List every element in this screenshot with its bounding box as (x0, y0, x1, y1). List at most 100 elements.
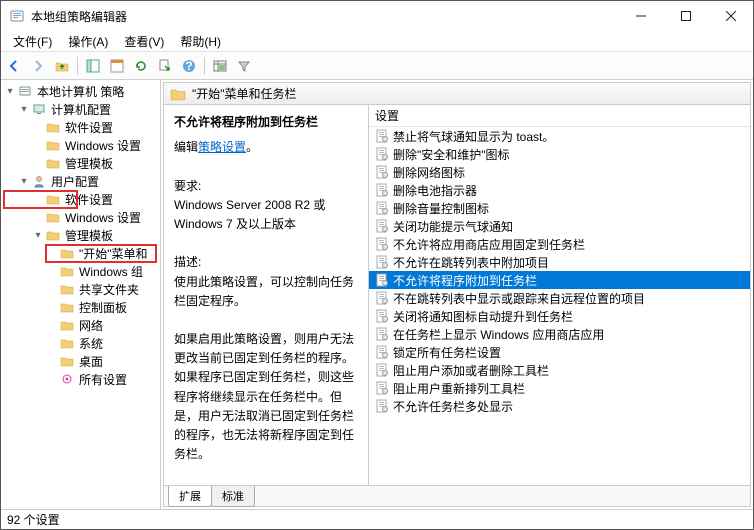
setting-label: 禁止将气球通知显示为 toast。 (393, 128, 554, 145)
setting-item[interactable]: 删除音量控制图标 (369, 199, 750, 217)
tree-network[interactable]: 网络 (3, 316, 158, 334)
setting-item[interactable]: 删除网络图标 (369, 163, 750, 181)
tree-user[interactable]: ▾用户配置 (3, 172, 158, 190)
setting-item[interactable]: 不允许将应用商店应用固定到任务栏 (369, 235, 750, 253)
policy-icon (375, 291, 389, 305)
setting-item[interactable]: 在任务栏上显示 Windows 应用商店应用 (369, 325, 750, 343)
refresh-button[interactable] (130, 55, 152, 77)
expand-icon[interactable]: ▾ (17, 104, 31, 115)
tree-item-icon (59, 263, 75, 279)
setting-label: 不允许将应用商店应用固定到任务栏 (393, 236, 585, 253)
edit-prefix: 编辑 (174, 140, 198, 154)
back-button[interactable] (3, 55, 25, 77)
tree-wincomp[interactable]: Windows 组 (3, 262, 158, 280)
tree-item-label: 管理模板 (65, 155, 113, 172)
tree-panel[interactable]: ▾本地计算机 策略▾计算机配置软件设置Windows 设置管理模板▾用户配置软件… (1, 80, 161, 509)
setting-item[interactable]: 删除"安全和维护"图标 (369, 145, 750, 163)
policy-icon (375, 219, 389, 233)
expand-icon[interactable]: ▾ (3, 86, 17, 97)
setting-item[interactable]: 阻止用户添加或者删除工具栏 (369, 361, 750, 379)
toolbar: ? (1, 52, 753, 80)
tree-root[interactable]: ▾本地计算机 策略 (3, 82, 158, 100)
policy-icon (375, 237, 389, 251)
tree-user-adm[interactable]: ▾管理模板 (3, 226, 158, 244)
tree-item-icon (59, 371, 75, 387)
tree-all-settings[interactable]: 所有设置 (3, 370, 158, 388)
tree-comp-adm[interactable]: 管理模板 (3, 154, 158, 172)
show-hide-button[interactable] (82, 55, 104, 77)
tree-item-label: 网络 (79, 317, 103, 334)
setting-label: 锁定所有任务栏设置 (393, 344, 501, 361)
close-button[interactable] (708, 1, 753, 31)
expand-icon[interactable]: ▾ (17, 176, 31, 187)
tree-system[interactable]: 系统 (3, 334, 158, 352)
policy-icon (375, 345, 389, 359)
tree-user-win[interactable]: Windows 设置 (3, 208, 158, 226)
tree-shared[interactable]: 共享文件夹 (3, 280, 158, 298)
setting-label: 关闭功能提示气球通知 (393, 218, 513, 235)
forward-button[interactable] (27, 55, 49, 77)
tree-item-icon (45, 119, 61, 135)
settings-list[interactable]: 禁止将气球通知显示为 toast。删除"安全和维护"图标删除网络图标删除电池指示… (369, 127, 750, 485)
menu-action[interactable]: 操作(A) (60, 31, 116, 52)
tree-comp-sw[interactable]: 软件设置 (3, 118, 158, 136)
setting-label: 关闭将通知图标自动提升到任务栏 (393, 308, 573, 325)
tree-item-icon (45, 209, 61, 225)
tree-item-icon (59, 245, 75, 261)
filter-button[interactable] (233, 55, 255, 77)
policy-icon (375, 381, 389, 395)
tree-user-sw[interactable]: 软件设置 (3, 190, 158, 208)
setting-label: 不允许将程序附加到任务栏 (393, 272, 537, 289)
expand-icon[interactable]: ▾ (31, 230, 45, 241)
setting-item[interactable]: 删除电池指示器 (369, 181, 750, 199)
content-title: "开始"菜单和任务栏 (192, 85, 297, 102)
properties-button[interactable] (106, 55, 128, 77)
policy-icon (375, 183, 389, 197)
policy-icon (375, 363, 389, 377)
setting-item[interactable]: 阻止用户重新排列工具栏 (369, 379, 750, 397)
setting-title: 不允许将程序附加到任务栏 (174, 113, 358, 132)
export-button[interactable] (154, 55, 176, 77)
tree-item-icon (59, 281, 75, 297)
setting-label: 删除"安全和维护"图标 (393, 146, 510, 163)
minimize-button[interactable] (618, 1, 663, 31)
setting-item[interactable]: 关闭将通知图标自动提升到任务栏 (369, 307, 750, 325)
setting-item[interactable]: 不允许在跳转列表中附加项目 (369, 253, 750, 271)
tree-item-icon (45, 191, 61, 207)
setting-item[interactable]: 禁止将气球通知显示为 toast。 (369, 127, 750, 145)
tree-start[interactable]: "开始"菜单和 (3, 244, 158, 262)
menu-help[interactable]: 帮助(H) (172, 31, 229, 52)
tab-standard[interactable]: 标准 (211, 486, 255, 507)
view-button[interactable] (209, 55, 231, 77)
setting-item[interactable]: 不允许任务栏多处显示 (369, 397, 750, 415)
maximize-button[interactable] (663, 1, 708, 31)
setting-label: 阻止用户重新排列工具栏 (393, 380, 525, 397)
tree-item-label: Windows 设置 (65, 209, 141, 226)
window-title: 本地组策略编辑器 (31, 8, 618, 25)
tree-item-icon (59, 353, 75, 369)
tree-item-icon (45, 137, 61, 153)
help-button[interactable]: ? (178, 55, 200, 77)
menu-file[interactable]: 文件(F) (5, 31, 60, 52)
setting-item[interactable]: 不允许将程序附加到任务栏 (369, 271, 750, 289)
tab-extended[interactable]: 扩展 (168, 486, 212, 507)
tree-comp-win[interactable]: Windows 设置 (3, 136, 158, 154)
tree-control[interactable]: 控制面板 (3, 298, 158, 316)
setting-item[interactable]: 锁定所有任务栏设置 (369, 343, 750, 361)
setting-item[interactable]: 关闭功能提示气球通知 (369, 217, 750, 235)
menu-view[interactable]: 查看(V) (116, 31, 172, 52)
tree-item-label: 软件设置 (65, 191, 113, 208)
up-button[interactable] (51, 55, 73, 77)
setting-item[interactable]: 不在跳转列表中显示或跟踪来自远程位置的项目 (369, 289, 750, 307)
tree-computer[interactable]: ▾计算机配置 (3, 100, 158, 118)
policy-icon (375, 165, 389, 179)
list-header[interactable]: 设置 (369, 105, 750, 127)
policy-icon (375, 129, 389, 143)
main-area: ▾本地计算机 策略▾计算机配置软件设置Windows 设置管理模板▾用户配置软件… (1, 80, 753, 509)
policy-icon (375, 309, 389, 323)
policy-icon (375, 147, 389, 161)
tree-item-icon (59, 299, 75, 315)
setting-label: 删除音量控制图标 (393, 200, 489, 217)
edit-link[interactable]: 策略设置 (198, 140, 246, 154)
tree-desktop[interactable]: 桌面 (3, 352, 158, 370)
